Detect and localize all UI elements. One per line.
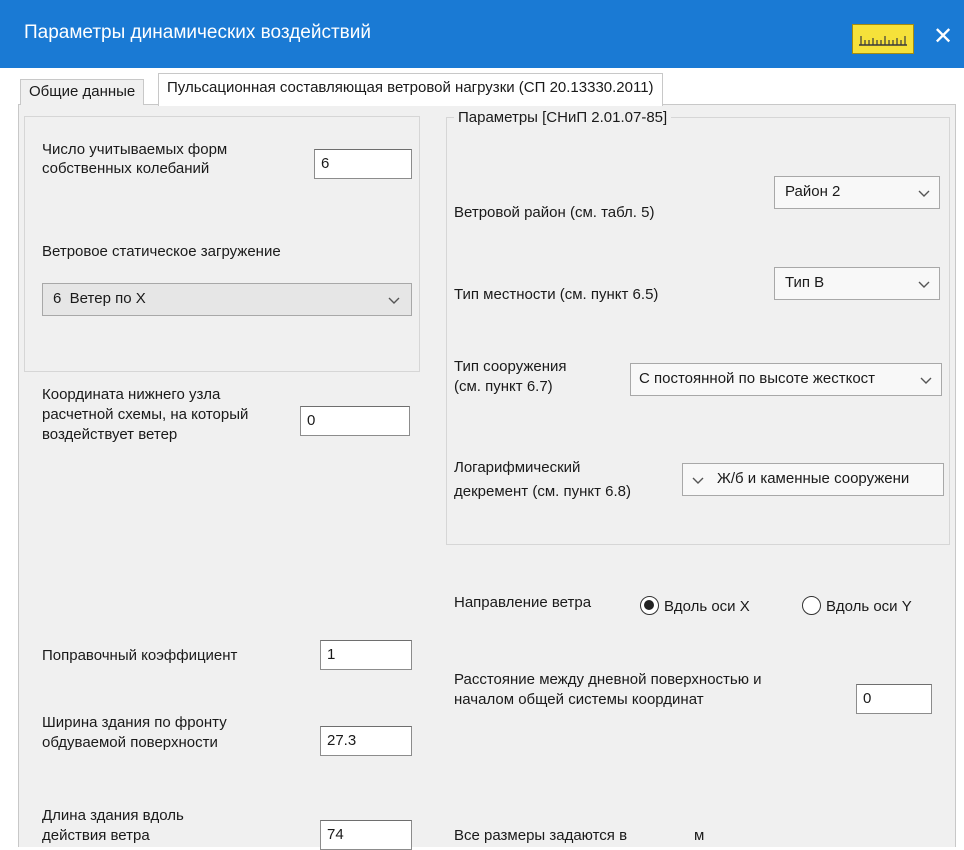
node-label-line2: расчетной схемы, на который (42, 406, 249, 423)
structure-type-select[interactable]: С постоянной по высоте жесткост (630, 363, 942, 396)
decrement-select[interactable]: Ж/б и каменные сооружени (682, 463, 944, 496)
static-load-select-value: 6 Ветер по X (53, 290, 146, 307)
chevron-down-icon (918, 190, 930, 197)
chevron-down-icon (692, 477, 704, 484)
wind-region-value: Район 2 (785, 183, 841, 200)
correction-input[interactable]: 1 (320, 640, 412, 670)
direction-x-label[interactable]: Вдоль оси X (664, 597, 750, 616)
close-button[interactable]: ✕ (928, 20, 958, 54)
forms-label-line2: собственных колебаний (42, 160, 210, 177)
forms-label-line1: Число учитываемых форм (42, 141, 228, 158)
units-label: Все размеры задаются в (454, 827, 628, 844)
static-load-select[interactable]: 6 Ветер по X (42, 283, 412, 316)
direction-x-radio[interactable] (640, 596, 659, 615)
correction-label: Поправочный коэффициент (42, 647, 238, 664)
tab-wind-pulsation[interactable]: Пульсационная составляющая ветровой нагр… (158, 73, 663, 106)
chevron-down-icon (918, 281, 930, 288)
width-label-line2: обдуваемой поверхности (42, 734, 218, 751)
node-label-line3: воздействует ветер (42, 426, 178, 443)
decrement-label-line2: декремент (см. пункт 6.8) (454, 483, 631, 500)
forms-count-input[interactable]: 6 (314, 149, 412, 179)
distance-input[interactable]: 0 (856, 684, 932, 714)
length-input[interactable]: 74 (320, 820, 412, 850)
decrement-value: Ж/б и каменные сооружени (717, 470, 910, 487)
distance-label-line1: Расстояние между дневной поверхностью и (454, 671, 762, 688)
ruler-button[interactable] (852, 24, 914, 54)
direction-y-label[interactable]: Вдоль оси Y (826, 597, 912, 616)
tab-general[interactable]: Общие данные (20, 79, 145, 105)
structure-label-line2: (см. пункт 6.7) (454, 378, 553, 395)
structure-type-value: С постоянной по высоте жесткост (639, 370, 876, 387)
length-label-line2: действия ветра (42, 827, 150, 844)
direction-y-radio[interactable] (802, 596, 821, 615)
distance-label-line2: началом общей системы координат (454, 691, 704, 708)
node-coordinate-input[interactable]: 0 (300, 406, 410, 436)
terrain-select[interactable]: Тип В (774, 267, 940, 300)
window-title: Параметры динамических воздействий (24, 22, 371, 43)
node-label-line1: Координата нижнего узла (42, 386, 221, 403)
direction-label: Направление ветра (454, 594, 592, 611)
units-value: м (694, 827, 705, 844)
terrain-label: Тип местности (см. пункт 6.5) (454, 286, 659, 303)
static-load-label: Ветровое статическое загружение (42, 243, 281, 260)
params-group-title: Параметры [СНиП 2.01.07-85] (454, 108, 672, 127)
chevron-down-icon (917, 371, 935, 389)
width-label-line1: Ширина здания по фронту (42, 714, 227, 731)
terrain-value: Тип В (785, 274, 825, 291)
decrement-label-line1: Логарифмический (454, 459, 581, 476)
chevron-down-icon (388, 297, 400, 304)
wind-region-label: Ветровой район (см. табл. 5) (454, 204, 655, 221)
wind-region-select[interactable]: Район 2 (774, 176, 940, 209)
length-label-line1: Длина здания вдоль (42, 807, 184, 824)
ruler-icon (859, 36, 907, 46)
width-input[interactable]: 27.3 (320, 726, 412, 756)
structure-label-line1: Тип сооружения (454, 358, 567, 375)
